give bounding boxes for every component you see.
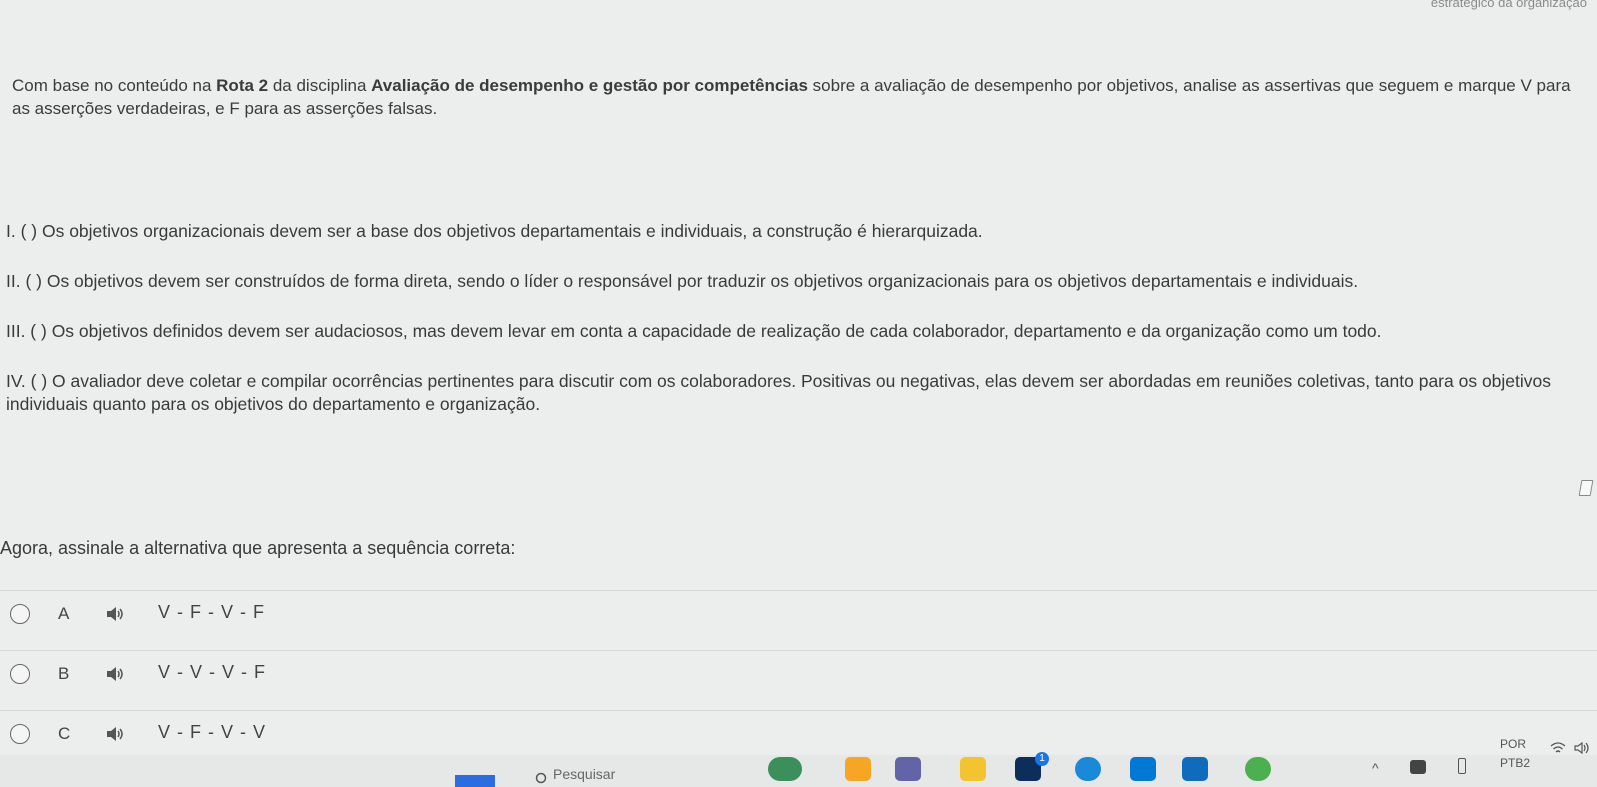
teams-icon[interactable]: [895, 757, 921, 781]
keyboard-layout[interactable]: PTB2: [1500, 756, 1530, 770]
tray-app-icon[interactable]: [1410, 760, 1426, 774]
windows-start-icon[interactable]: [455, 775, 495, 787]
language-indicator[interactable]: POR: [1500, 737, 1526, 751]
assertion-3: III. ( ) Os objetivos definidos devem se…: [6, 321, 1382, 341]
option-divider: [0, 710, 1597, 711]
option-a-letter: A: [58, 604, 70, 623]
option-a-text: V - F - V - F: [158, 602, 265, 622]
usb-icon[interactable]: [1458, 758, 1466, 774]
option-b-radio[interactable]: [10, 664, 30, 684]
option-a-radio[interactable]: [10, 604, 30, 624]
intro-text-2: da disciplina: [268, 76, 372, 95]
assertion-4: IV. ( ) O avaliador deve coletar e compi…: [6, 371, 1552, 414]
speaker-icon[interactable]: [105, 605, 125, 623]
option-b-text: V - V - V - F: [158, 662, 267, 682]
intro-text-1: Com base no conteúdo na: [12, 76, 217, 95]
option-b-letter: B: [58, 664, 70, 683]
mouse-cursor-icon: [1578, 480, 1594, 496]
speaker-icon[interactable]: [105, 725, 125, 743]
option-c[interactable]: C V - F - V - V: [0, 710, 1597, 758]
file-explorer-icon[interactable]: [960, 757, 986, 781]
speaker-icon[interactable]: [105, 665, 125, 683]
app-icon[interactable]: [845, 757, 871, 781]
question-intro: Com base no conteúdo na Rota 2 da discip…: [12, 74, 1582, 120]
assertion-2: II. ( ) Os objetivos devem ser construíd…: [6, 271, 1359, 291]
edge-icon[interactable]: [1075, 757, 1101, 781]
option-b[interactable]: B V - V - V - F: [0, 650, 1597, 698]
option-c-radio[interactable]: [10, 724, 30, 744]
option-divider: [0, 650, 1597, 651]
chrome-icon[interactable]: [1245, 757, 1271, 781]
option-divider: [0, 590, 1597, 591]
m365-icon[interactable]: [1130, 757, 1156, 781]
question-prompt: Agora, assinale a alternativa que aprese…: [0, 538, 516, 558]
taskbar-search-input[interactable]: Pesquisar: [553, 766, 615, 782]
wifi-icon[interactable]: [1550, 742, 1566, 754]
intro-bold-discipline: Avaliação de desempenho e gestão por com…: [371, 76, 808, 95]
option-a[interactable]: A V - F - V - F: [0, 590, 1597, 638]
assertion-1: I. ( ) Os objetivos organizacionais deve…: [6, 221, 983, 241]
option-c-text: V - F - V - V: [158, 722, 267, 742]
chevron-up-icon[interactable]: ^: [1372, 760, 1379, 776]
intro-bold-rota: Rota 2: [216, 76, 269, 95]
notification-badge: 1: [1035, 752, 1049, 766]
volume-icon[interactable]: [1574, 742, 1590, 754]
top-fragment-text: estratégico da organização: [1430, 0, 1587, 10]
widgets-icon[interactable]: [768, 757, 802, 781]
outlook-new-icon[interactable]: [1182, 757, 1208, 781]
option-c-letter: C: [58, 724, 71, 743]
search-icon: [535, 772, 547, 784]
